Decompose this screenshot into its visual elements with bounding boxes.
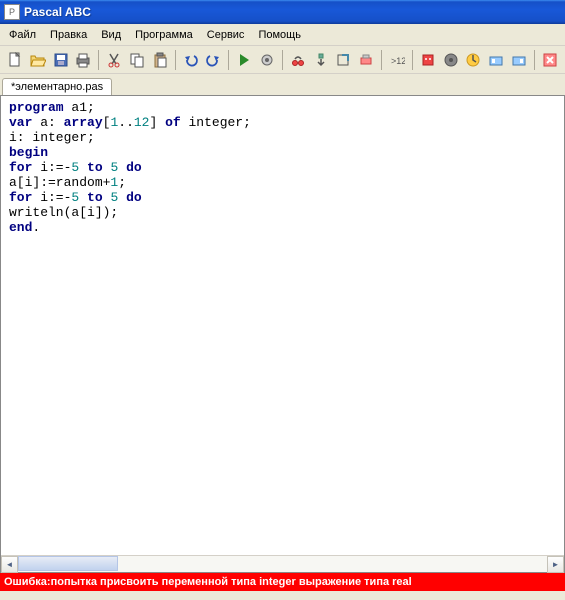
code-editor[interactable]: program a1;var a: array[1..12] of intege… [1, 96, 564, 572]
menu-help[interactable]: Помощь [251, 27, 308, 43]
drawman-button[interactable] [440, 49, 462, 71]
menu-file[interactable]: Файл [2, 27, 43, 43]
menu-program[interactable]: Программа [128, 27, 200, 43]
error-prefix: Ошибка: [4, 576, 51, 588]
new-file-icon [7, 52, 23, 68]
step-icon [465, 52, 481, 68]
toolbar-separator [282, 50, 283, 70]
run-icon [236, 52, 252, 68]
debug-icon [259, 52, 275, 68]
redo-button[interactable] [203, 49, 225, 71]
toolbar-separator [175, 50, 176, 70]
step-button[interactable] [463, 49, 485, 71]
drawman-icon [443, 52, 459, 68]
tabbar: *элементарно.pas [0, 74, 565, 95]
scroll-thumb[interactable] [18, 556, 118, 571]
copy-button[interactable] [126, 49, 148, 71]
debug-button[interactable] [256, 49, 278, 71]
robot-icon [420, 52, 436, 68]
toolbar-separator [228, 50, 229, 70]
cut-button[interactable] [103, 49, 125, 71]
redo-icon [205, 52, 221, 68]
save-icon [53, 52, 69, 68]
options-button[interactable] [485, 49, 507, 71]
menubar: Файл Правка Вид Программа Сервис Помощь [0, 24, 565, 46]
run-button[interactable] [233, 49, 255, 71]
menu-view[interactable]: Вид [94, 27, 128, 43]
code-line: a[i]:=random+1; [9, 175, 556, 190]
paste-icon [152, 52, 168, 68]
paste-button[interactable] [149, 49, 171, 71]
titlebar: P Pascal ABC [0, 0, 565, 24]
exit-button[interactable] [539, 49, 561, 71]
menu-edit[interactable]: Правка [43, 27, 94, 43]
print-icon [75, 52, 91, 68]
error-message: попытка присвоить переменной типа intege… [51, 576, 412, 588]
horizontal-scrollbar[interactable]: ◄ ► [1, 555, 564, 572]
code-line: end. [9, 220, 556, 235]
window-title: Pascal ABC [24, 5, 91, 19]
breakpoint-icon [358, 52, 374, 68]
step-out-button[interactable] [333, 49, 355, 71]
exit-icon [542, 52, 558, 68]
save-button[interactable] [50, 49, 72, 71]
robot-button[interactable] [417, 49, 439, 71]
code-line: program a1; [9, 100, 556, 115]
step-into-button[interactable] [310, 49, 332, 71]
app-icon: P [4, 4, 20, 20]
step-over-button[interactable] [287, 49, 309, 71]
new-file-button[interactable] [4, 49, 26, 71]
code-line: begin [9, 145, 556, 160]
statusbar-error: Ошибка: попытка присвоить переменной тип… [0, 573, 565, 591]
undo-button[interactable] [180, 49, 202, 71]
cut-icon [106, 52, 122, 68]
toolbar: >123 [0, 46, 565, 74]
tab-file[interactable]: *элементарно.pas [2, 78, 112, 95]
scroll-track[interactable] [18, 556, 547, 572]
code-line: writeln(a[i]); [9, 205, 556, 220]
code-line: for i:=-5 to 5 do [9, 190, 556, 205]
toolbar-separator [98, 50, 99, 70]
code-line: var a: array[1..12] of integer; [9, 115, 556, 130]
step-out-icon [335, 52, 351, 68]
breakpoint-button[interactable] [355, 49, 377, 71]
format-icon: >123 [389, 52, 405, 68]
copy-icon [129, 52, 145, 68]
step-into-icon [313, 52, 329, 68]
code-line: i: integer; [9, 130, 556, 145]
scroll-right-button[interactable]: ► [547, 556, 564, 573]
svg-text:>123: >123 [391, 56, 405, 66]
step-over-icon [290, 52, 306, 68]
options-icon [488, 52, 504, 68]
toolbar-separator [412, 50, 413, 70]
scroll-left-button[interactable]: ◄ [1, 556, 18, 573]
toolbar-separator [534, 50, 535, 70]
help-icon [511, 52, 527, 68]
format-button[interactable]: >123 [386, 49, 408, 71]
editor-container: program a1;var a: array[1..12] of intege… [0, 95, 565, 573]
help-button[interactable] [508, 49, 530, 71]
print-button[interactable] [72, 49, 94, 71]
undo-icon [183, 52, 199, 68]
open-file-button[interactable] [27, 49, 49, 71]
toolbar-separator [381, 50, 382, 70]
code-line: for i:=-5 to 5 do [9, 160, 556, 175]
open-file-icon [30, 52, 46, 68]
menu-service[interactable]: Сервис [200, 27, 252, 43]
